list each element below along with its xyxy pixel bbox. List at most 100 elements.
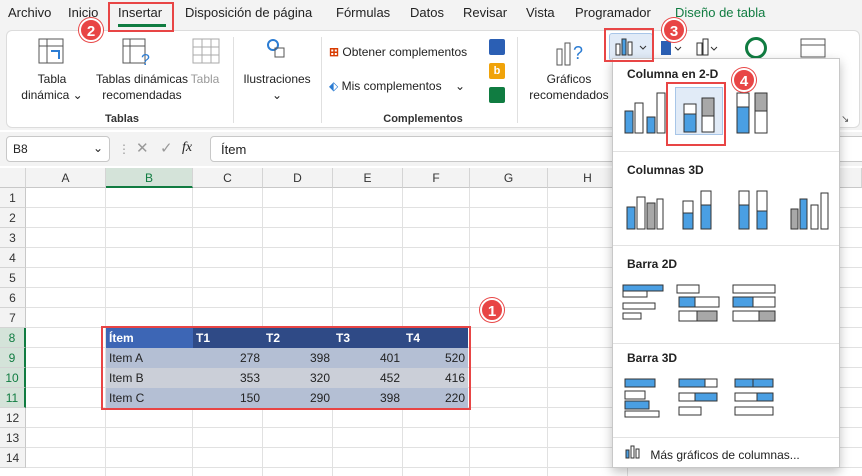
column-header-e[interactable]: E xyxy=(333,168,403,188)
row-header-2[interactable]: 2 xyxy=(0,208,26,228)
section-title-3d-column: Columnas 3D xyxy=(627,163,704,177)
3d-stacked-bar-option[interactable] xyxy=(675,373,723,421)
illustrations-icon xyxy=(265,37,289,64)
ribbon-separator xyxy=(321,37,322,123)
column-header-d[interactable]: D xyxy=(263,168,333,188)
recommended-charts-button[interactable]: Gráficos recomendados xyxy=(523,71,615,103)
recommended-pivot-button[interactable]: Tablas dinámicas recomendadas xyxy=(87,71,197,103)
column-header-b[interactable]: B xyxy=(106,168,193,188)
tab-diseno-tabla[interactable]: Diseño de tabla xyxy=(675,5,765,20)
row-header-5[interactable]: 5 xyxy=(0,268,26,288)
divider xyxy=(613,343,839,344)
3d-100-stacked-column-option[interactable] xyxy=(731,185,779,233)
more-options-icon: ⋮ xyxy=(118,142,130,156)
row-header-13[interactable]: 13 xyxy=(0,428,26,448)
divider xyxy=(613,151,839,152)
3d-clustered-column-option[interactable] xyxy=(621,185,669,233)
column-header-g[interactable]: G xyxy=(470,168,548,188)
3d-stacked-column-option[interactable] xyxy=(675,185,723,233)
divider xyxy=(613,437,839,438)
addins-icon: ⬖ xyxy=(329,79,339,93)
tab-programador[interactable]: Programador xyxy=(575,5,651,20)
bing-icon[interactable]: b xyxy=(489,63,505,79)
more-column-charts-label: Más gráficos de columnas... xyxy=(650,448,800,462)
clustered-bar-option[interactable] xyxy=(621,279,669,327)
100-stacked-column-chart-option[interactable] xyxy=(731,87,779,135)
row-header-14[interactable]: 14 xyxy=(0,448,26,468)
3d-column-option[interactable] xyxy=(785,185,833,233)
column-header-a[interactable]: A xyxy=(26,168,106,188)
name-box[interactable]: B8 ⌄ xyxy=(6,136,110,162)
recommended-charts-icon: ? xyxy=(553,37,587,70)
callout-step-3: 3 xyxy=(662,18,686,42)
tab-revisar[interactable]: Revisar xyxy=(463,5,507,20)
chevron-down-icon: ⌄ xyxy=(72,88,83,102)
tab-archivo[interactable]: Archivo xyxy=(8,5,51,20)
column-chart-dropdown: Columna en 2-D Columnas 3D Barra 2D Barr… xyxy=(612,58,840,468)
row-header-1[interactable]: 1 xyxy=(0,188,26,208)
visio-icon[interactable] xyxy=(489,39,505,55)
highlight-box-insertar xyxy=(108,2,174,32)
callout-step-2: 2 xyxy=(79,18,103,42)
3d-clustered-bar-option[interactable] xyxy=(621,373,669,421)
enter-icon[interactable]: ✓ xyxy=(160,139,173,157)
ribbon-separator xyxy=(517,37,518,123)
section-title-2d-column: Columna en 2-D xyxy=(627,67,719,81)
store-icon: ⊞ xyxy=(329,45,340,59)
callout-step-4: 4 xyxy=(732,68,756,92)
hierarchy-chart-button[interactable] xyxy=(695,37,721,59)
people-graph-icon[interactable] xyxy=(489,87,505,103)
chevron-down-icon[interactable]: ⌄ xyxy=(93,141,103,155)
callout-step-1: 1 xyxy=(480,298,504,322)
row-header-4[interactable]: 4 xyxy=(0,248,26,268)
recommended-charts-label-1: Gráficos xyxy=(546,72,592,86)
clustered-column-chart-option[interactable] xyxy=(621,87,669,135)
group-label-tablas: Tablas xyxy=(104,113,140,125)
group-label-complementos: Complementos xyxy=(383,113,463,125)
100-stacked-bar-option[interactable] xyxy=(731,279,779,327)
stacked-bar-option[interactable] xyxy=(675,279,723,327)
get-addins-label: Obtener complementos xyxy=(342,45,468,59)
maps-icon[interactable] xyxy=(745,37,767,59)
table-button[interactable]: Tabla xyxy=(187,71,223,87)
highlight-box-column-chart xyxy=(604,28,654,62)
get-addins-button[interactable]: ⊞ Obtener complementos xyxy=(329,45,467,59)
my-addins-label: Mis complementos xyxy=(341,79,442,93)
insert-function-icon[interactable]: fx xyxy=(182,140,192,156)
name-box-value: B8 xyxy=(13,142,28,156)
tab-disposicion[interactable]: Disposición de página xyxy=(185,5,312,20)
row-header-6[interactable]: 6 xyxy=(0,288,26,308)
row-header-11[interactable]: 11 xyxy=(0,388,26,408)
recommended-pivot-label-2: recomendadas xyxy=(102,88,182,102)
row-header-7[interactable]: 7 xyxy=(0,308,26,328)
row-header-9[interactable]: 9 xyxy=(0,348,26,368)
pivot-table-label-1: Tabla xyxy=(37,72,67,86)
chevron-down-icon: ⌄ xyxy=(271,88,283,102)
pivot-table-icon xyxy=(37,37,67,70)
illustrations-button[interactable]: Ilustraciones ⌄ xyxy=(237,71,317,103)
row-header-8[interactable]: 8 xyxy=(0,328,26,348)
svg-text:?: ? xyxy=(573,43,583,63)
dialog-launcher-icon[interactable]: ↘ xyxy=(841,114,849,125)
select-all-corner[interactable] xyxy=(0,168,26,188)
tab-vista[interactable]: Vista xyxy=(526,5,555,20)
3d-100-stacked-bar-option[interactable] xyxy=(731,373,779,421)
tab-formulas[interactable]: Fórmulas xyxy=(336,5,390,20)
pivot-table-button[interactable]: Tabla dinámica ⌄ xyxy=(17,71,87,103)
row-header-10[interactable]: 10 xyxy=(0,368,26,388)
highlight-box-table xyxy=(101,326,471,410)
column-header-c[interactable]: C xyxy=(193,168,263,188)
recommended-pivot-label-1: Tablas dinámicas xyxy=(95,72,189,86)
my-addins-button[interactable]: ⬖ Mis complementos ⌄ xyxy=(329,79,465,93)
illustrations-label: Ilustraciones xyxy=(243,72,311,86)
gridline xyxy=(547,188,548,476)
column-header-f[interactable]: F xyxy=(403,168,470,188)
tab-datos[interactable]: Datos xyxy=(410,5,444,20)
cancel-icon[interactable]: ✕ xyxy=(136,139,149,157)
recommended-charts-label-2: recomendados xyxy=(529,88,609,102)
section-title-2d-bar: Barra 2D xyxy=(627,257,678,271)
more-column-charts-link[interactable]: Más gráficos de columnas... xyxy=(625,445,800,462)
row-header-12[interactable]: 12 xyxy=(0,408,26,428)
ribbon-separator xyxy=(233,37,234,123)
row-header-3[interactable]: 3 xyxy=(0,228,26,248)
